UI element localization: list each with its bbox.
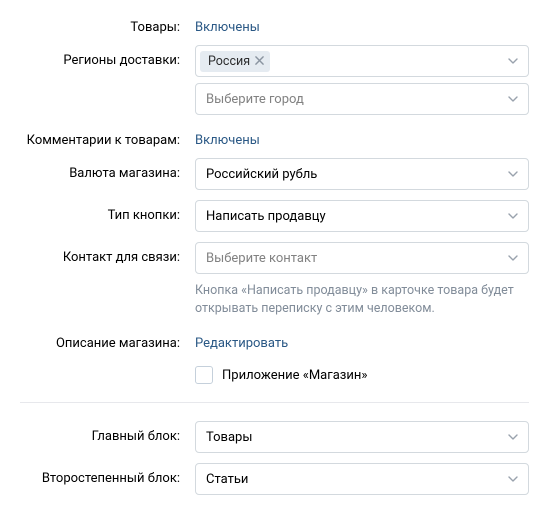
label-delivery-regions: Регионы доставки:: [20, 45, 195, 68]
row-delivery-regions: Регионы доставки: Россия: [20, 45, 529, 77]
currency-value: Российский рубль: [206, 167, 317, 182]
row-goods: Товары: Включены: [20, 12, 529, 35]
main-block-select[interactable]: Товары: [195, 421, 529, 453]
label-currency: Валюта магазина:: [20, 158, 195, 181]
row-secondary-block: Второстепенный блок: Статьи: [20, 463, 529, 495]
divider: [20, 402, 529, 403]
region-tag-label: Россия: [208, 54, 250, 69]
app-market-label: Приложение «Магазин»: [222, 368, 367, 383]
secondary-block-select[interactable]: Статьи: [195, 463, 529, 495]
city-placeholder: Выберите город: [206, 92, 304, 107]
label-contact: Контакт для связи:: [20, 242, 195, 265]
settings-form: Товары: Включены Регионы доставки: Росси…: [0, 0, 549, 525]
label-button-type: Тип кнопки:: [20, 200, 195, 223]
row-description: Описание магазина: Редактировать: [20, 328, 529, 351]
row-delivery-city: Выберите город: [20, 83, 529, 115]
chevron-down-icon: [508, 58, 518, 64]
chevron-down-icon: [508, 96, 518, 102]
region-select[interactable]: Россия: [195, 45, 529, 77]
button-type-value: Написать продавцу: [206, 209, 326, 224]
app-market-checkbox[interactable]: [195, 366, 213, 384]
chevron-down-icon: [508, 434, 518, 440]
description-edit-link[interactable]: Редактировать: [195, 328, 288, 351]
chevron-down-icon: [508, 255, 518, 261]
main-block-value: Товары: [206, 430, 252, 445]
row-comments: Комментарии к товарам: Включены: [20, 125, 529, 148]
label-goods: Товары:: [20, 12, 195, 35]
goods-toggle-link[interactable]: Включены: [195, 12, 260, 35]
row-app-market: Приложение «Магазин»: [20, 361, 529, 384]
region-tag-remove[interactable]: [255, 54, 264, 68]
row-currency: Валюта магазина: Российский рубль: [20, 158, 529, 190]
label-description: Описание магазина:: [20, 328, 195, 351]
label-secondary-block: Второстепенный блок:: [20, 463, 195, 486]
row-button-type: Тип кнопки: Написать продавцу: [20, 200, 529, 232]
contact-placeholder: Выберите контакт: [206, 251, 317, 266]
contact-select[interactable]: Выберите контакт: [195, 242, 529, 274]
region-tag: Россия: [200, 51, 270, 72]
label-comments: Комментарии к товарам:: [20, 125, 195, 148]
row-main-block: Главный блок: Товары: [20, 421, 529, 453]
close-icon: [255, 56, 264, 65]
row-contact: Контакт для связи: Выберите контакт Кноп…: [20, 242, 529, 318]
comments-toggle-link[interactable]: Включены: [195, 125, 260, 148]
contact-hint: Кнопка «Написать продавцу» в карточке то…: [195, 282, 529, 318]
secondary-block-value: Статьи: [206, 472, 248, 487]
currency-select[interactable]: Российский рубль: [195, 158, 529, 190]
label-main-block: Главный блок:: [20, 421, 195, 444]
chevron-down-icon: [508, 213, 518, 219]
chevron-down-icon: [508, 476, 518, 482]
chevron-down-icon: [508, 171, 518, 177]
city-select[interactable]: Выберите город: [195, 83, 529, 115]
button-type-select[interactable]: Написать продавцу: [195, 200, 529, 232]
